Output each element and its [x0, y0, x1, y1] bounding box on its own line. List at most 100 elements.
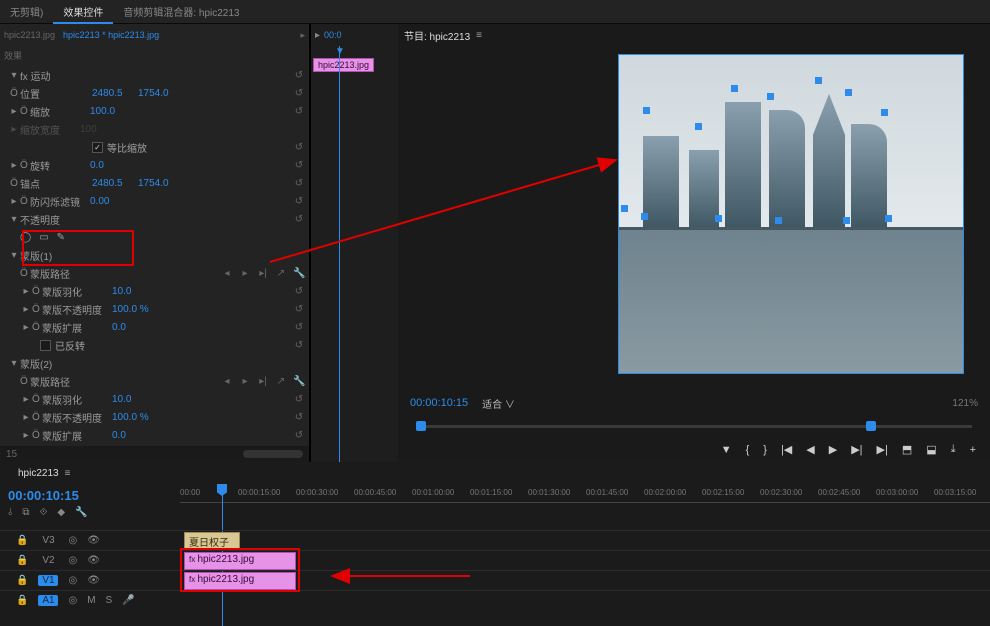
mark-in-icon[interactable]: { — [746, 444, 750, 456]
mic-icon[interactable]: 🎤 — [122, 595, 134, 606]
reset-icon[interactable]: ↺ — [293, 88, 305, 99]
target-icon[interactable]: ◎ — [68, 535, 77, 546]
time-ruler[interactable]: 00:0000:00:15:0000:00:30:0000:00:45:0000… — [180, 484, 990, 530]
reset-icon[interactable]: ↺ — [293, 394, 305, 405]
play-icon[interactable]: ▶ — [829, 443, 837, 456]
track-content[interactable]: 夏日权子墙 fx hpic2213.jpg fx hpic2213.jpg — [180, 530, 990, 610]
mask2-opacity-row[interactable]: ▸ Ö 蒙版不透明度 100.0 % ↺ — [0, 408, 309, 426]
eye-icon[interactable]: 👁 — [87, 555, 100, 566]
reset-icon[interactable]: ↺ — [293, 430, 305, 441]
twirl-icon[interactable]: ▸ — [8, 160, 20, 171]
wrench-icon[interactable]: 🔧 — [75, 507, 87, 518]
scale-value[interactable]: 100.0 — [90, 106, 136, 117]
eye-icon[interactable]: 👁 — [87, 575, 100, 586]
program-timecode[interactable]: 00:00:10:15 — [410, 397, 468, 409]
eye-icon[interactable]: 👁 — [87, 535, 100, 546]
stopwatch-icon[interactable]: Ö — [32, 304, 42, 315]
panel-menu-icon[interactable]: ≡ — [65, 468, 71, 479]
stopwatch-icon[interactable]: Ö — [32, 394, 42, 405]
go-to-out-icon[interactable]: ▶| — [877, 443, 888, 456]
lock-icon[interactable]: 🔒 — [16, 535, 28, 546]
mask1-expand-value[interactable]: 0.0 — [112, 322, 158, 333]
keyframe-strip[interactable]: ▸ 00:0 hpic2213.jpg ▼ — [310, 24, 398, 462]
reset-icon[interactable]: ↺ — [293, 196, 305, 207]
motion-group[interactable]: ▾ fx 运动 ↺ — [0, 66, 309, 84]
track-name[interactable]: V2 — [38, 555, 58, 566]
mask-vertex-handle[interactable] — [881, 109, 888, 116]
tab-effect-controls[interactable]: 效果控件 — [53, 0, 113, 23]
mask-vertex-handle[interactable] — [643, 107, 650, 114]
twirl-icon[interactable]: ▸ — [20, 304, 32, 315]
scale-row[interactable]: ▸ Ö 缩放 100.0 ↺ — [0, 102, 309, 120]
mask1-group[interactable]: ▾ 蒙版(1) — [0, 246, 309, 264]
a1-strip[interactable] — [180, 590, 990, 610]
reset-icon[interactable]: ↺ — [293, 304, 305, 315]
zoom-fit-select[interactable]: 适合 ∨ — [482, 396, 515, 411]
tab-no-clip[interactable]: 无剪辑) — [0, 0, 53, 23]
mask2-group[interactable]: ▾ 蒙版(2) — [0, 354, 309, 372]
preview-canvas[interactable] — [618, 54, 964, 374]
wrench-icon[interactable]: 🔧 — [293, 268, 305, 279]
button-editor-icon[interactable]: + — [970, 444, 976, 456]
marker-span-icon[interactable]: ⟐ — [40, 507, 48, 518]
anchor-row[interactable]: Ö 锚点 2480.5 1754.0 ↺ — [0, 174, 309, 192]
rect-mask-icon[interactable]: ▭ — [39, 232, 48, 243]
next-kf-icon[interactable]: ▸| — [257, 268, 269, 279]
next-kf-icon[interactable]: ▸| — [257, 376, 269, 387]
twirl-icon[interactable]: ▸ — [20, 394, 32, 405]
stopwatch-icon[interactable]: Ö — [20, 268, 30, 279]
stopwatch-icon[interactable]: Ö — [8, 178, 20, 189]
track-name[interactable]: V1 — [38, 575, 58, 586]
reset-icon[interactable]: ↺ — [293, 214, 305, 225]
preview-area[interactable] — [398, 46, 990, 389]
twirl-icon[interactable]: ▸ — [20, 412, 32, 423]
mask-vertex-handle[interactable] — [845, 89, 852, 96]
step-fwd-icon[interactable]: ▶| — [851, 443, 862, 456]
rotation-value[interactable]: 0.0 — [90, 160, 136, 171]
anchor-y[interactable]: 1754.0 — [138, 178, 184, 189]
export-frame-icon[interactable]: ⤓ — [951, 443, 956, 456]
mask1-path-row[interactable]: Ö 蒙版路径 ◂ ▸ ▸| ↗ 🔧 — [0, 264, 309, 282]
track-v1-header[interactable]: 🔒 V1 ◎ 👁 — [0, 570, 180, 590]
twirl-icon[interactable]: ▸ — [20, 322, 32, 333]
kf-playhead-line[interactable] — [339, 46, 340, 462]
uniform-scale-checkbox[interactable]: ✓ — [92, 142, 103, 153]
ellipse-mask-icon[interactable]: ◯ — [20, 232, 31, 243]
add-kf-icon[interactable]: ▸ — [239, 268, 251, 279]
reset-icon[interactable]: ↺ — [293, 322, 305, 333]
scrub-start-icon[interactable] — [416, 421, 426, 431]
kf-play-icon[interactable]: ▸ — [315, 30, 320, 41]
mask-vertex-handle[interactable] — [621, 205, 628, 212]
anchor-x[interactable]: 2480.5 — [92, 178, 138, 189]
stopwatch-icon[interactable]: Ö — [32, 412, 42, 423]
pen-mask-icon[interactable]: ✎ — [57, 232, 65, 243]
v2-strip[interactable]: fx hpic2213.jpg — [180, 550, 990, 570]
track-v3-header[interactable]: 🔒 V3 ◎ 👁 — [0, 530, 180, 550]
target-icon[interactable]: ◎ — [68, 595, 77, 606]
position-y[interactable]: 1754.0 — [138, 88, 184, 99]
opacity-group[interactable]: ▾ 不透明度 ↺ — [0, 210, 309, 228]
clip-v2[interactable]: fx hpic2213.jpg — [184, 552, 296, 570]
timeline-tab[interactable]: hpic2213 — [18, 468, 59, 479]
twirl-icon[interactable]: ▾ — [8, 358, 20, 369]
flicker-row[interactable]: ▸ Ö 防闪烁滤镜 0.00 ↺ — [0, 192, 309, 210]
reset-icon[interactable]: ↺ — [293, 106, 305, 117]
src-tab-b[interactable]: hpic2213 * hpic2213.jpg — [63, 30, 159, 40]
v3-strip[interactable]: 夏日权子墙 — [180, 530, 990, 550]
track-name[interactable]: A1 — [38, 595, 58, 606]
target-icon[interactable]: ◎ — [68, 555, 77, 566]
mask-vertex-handle[interactable] — [767, 93, 774, 100]
position-x[interactable]: 2480.5 — [92, 88, 138, 99]
reset-icon[interactable]: ↺ — [293, 142, 305, 153]
extract-icon[interactable]: ⬓ — [926, 443, 936, 456]
mask-vertex-handle[interactable] — [775, 217, 782, 224]
tab-audio-mixer[interactable]: 音频剪辑混合器: hpic2213 — [113, 0, 249, 23]
solo-icon[interactable]: S — [106, 595, 113, 606]
position-row[interactable]: Ö 位置 2480.5 1754.0 ↺ — [0, 84, 309, 102]
lock-icon[interactable]: 🔒 — [16, 575, 28, 586]
lock-icon[interactable]: 🔒 — [16, 595, 28, 606]
mask1-expand-row[interactable]: ▸ Ö 蒙版扩展 0.0 ↺ — [0, 318, 309, 336]
track-name[interactable]: V3 — [38, 535, 58, 546]
track-icon[interactable]: ↗ — [275, 376, 287, 387]
mute-icon[interactable]: M — [87, 595, 95, 606]
